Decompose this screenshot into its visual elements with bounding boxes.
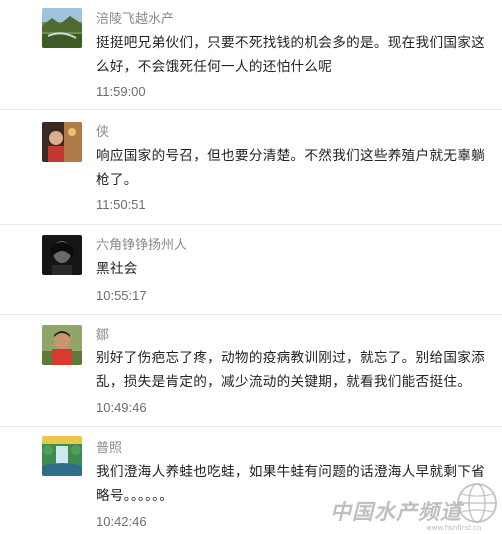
comment-item: 六角铮铮扬州人 黑社会 10:55:17 xyxy=(0,225,502,315)
comment-author: 普照 xyxy=(96,441,123,456)
comment-time: 10:55:17 xyxy=(96,288,147,303)
comment-time: 10:42:46 xyxy=(96,514,147,529)
landscape-avatar-icon[interactable] xyxy=(42,8,82,48)
comment-author: 六角铮铮扬州人 xyxy=(96,238,188,253)
comment-item: 鄒 别好了伤疤忘了疼，动物的疫病教训刚过，就忘了。别给国家添乱，损失是肯定的，减… xyxy=(0,315,502,427)
comment-time: 11:59:00 xyxy=(96,84,146,99)
waterfall-avatar-icon[interactable] xyxy=(42,436,82,476)
person-photo-avatar-icon[interactable] xyxy=(42,122,82,162)
comment-text: 别好了伤疤忘了疼，动物的疫病教训刚过，就忘了。别给国家添乱，损失是肯定的，减少流… xyxy=(96,350,486,390)
globe-icon xyxy=(457,483,497,523)
comment-item: 侠 响应国家的号召，但也要分清楚。不然我们这些养殖户就无辜躺枪了。 11:50:… xyxy=(0,110,502,225)
comment-time: 10:49:46 xyxy=(96,400,147,415)
comment-author: 鄒 xyxy=(96,328,110,343)
comment-author: 涪陵飞越水产 xyxy=(96,12,175,27)
watermark: 中国水产频道 www.fishfirst.cn xyxy=(326,478,502,534)
man-photo-avatar-icon[interactable] xyxy=(42,325,82,365)
watermark-text: 中国水产频道 xyxy=(330,500,462,524)
comment-time: 11:50:51 xyxy=(96,197,146,212)
comment-author: 侠 xyxy=(96,125,110,140)
dark-portrait-avatar-icon[interactable] xyxy=(42,235,82,275)
comment-item: 涪陵飞越水产 挺挺吧兄弟伙们，只要不死找钱的机会多的是。现在我们国家这么好，不会… xyxy=(0,0,502,110)
comment-text: 响应国家的号召，但也要分清楚。不然我们这些养殖户就无辜躺枪了。 xyxy=(96,148,486,188)
comment-text: 黑社会 xyxy=(96,261,138,277)
comment-text: 挺挺吧兄弟伙们，只要不死找钱的机会多的是。现在我们国家这么好，不会饿死任何一人的… xyxy=(96,35,486,75)
